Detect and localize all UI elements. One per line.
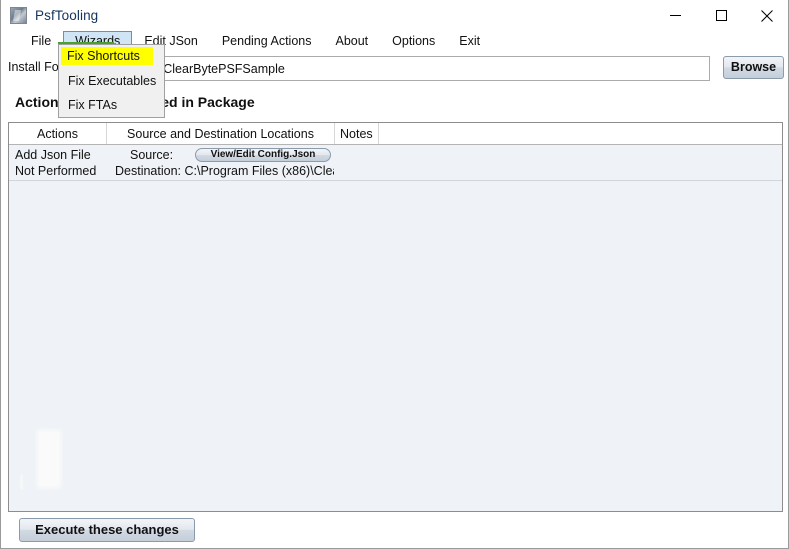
- app-icon: [10, 7, 27, 24]
- close-button[interactable]: [744, 0, 788, 31]
- window-controls: [652, 0, 788, 31]
- table-row[interactable]: Add Json File Not Performed Source: View…: [9, 145, 782, 181]
- dropdown-item-fix-executables[interactable]: Fix Executables: [59, 69, 164, 93]
- view-edit-config-json-button[interactable]: View/Edit Config.Json: [195, 148, 331, 162]
- cell-action-status: Add Json File Not Performed: [15, 147, 107, 179]
- browse-button[interactable]: Browse: [723, 56, 784, 79]
- destination-path: Destination: C:\Program Files (x86)\Clea…: [115, 164, 334, 178]
- highlighted-item-label: Fix Shortcuts: [67, 49, 140, 63]
- render-artifact-secondary: [20, 475, 23, 489]
- menu-item-about[interactable]: About: [323, 31, 380, 52]
- source-label: Source:: [130, 148, 174, 162]
- execute-changes-button[interactable]: Execute these changes: [19, 518, 195, 542]
- menu-item-file[interactable]: File: [19, 31, 63, 52]
- table-header-row: Actions Source and Destination Locations…: [9, 123, 782, 145]
- action-name: Add Json File: [15, 148, 91, 162]
- dropdown-item-fix-ftas[interactable]: Fix FTAs: [59, 93, 164, 117]
- actions-table: Actions Source and Destination Locations…: [8, 122, 783, 512]
- column-header-spacer: [379, 123, 782, 144]
- column-header-notes[interactable]: Notes: [335, 123, 379, 144]
- menu-item-pending-actions[interactable]: Pending Actions: [210, 31, 324, 52]
- application-window: PsfTooling File Wizards Edit JSon Pendin…: [0, 0, 789, 549]
- minimize-icon: [669, 15, 681, 16]
- close-icon: [761, 9, 773, 22]
- minimize-button[interactable]: [652, 0, 698, 31]
- column-header-source-destination[interactable]: Source and Destination Locations: [107, 123, 335, 144]
- menu-item-exit[interactable]: Exit: [447, 31, 492, 52]
- column-header-actions[interactable]: Actions: [9, 123, 107, 144]
- render-artifact: [37, 430, 61, 488]
- install-folder-input[interactable]: [85, 56, 710, 81]
- menu-item-options[interactable]: Options: [380, 31, 447, 52]
- maximize-icon: [715, 10, 727, 21]
- title-bar: PsfTooling: [1, 0, 788, 31]
- maximize-button[interactable]: [698, 0, 744, 31]
- window-title: PsfTooling: [35, 8, 99, 23]
- action-state: Not Performed: [15, 164, 97, 178]
